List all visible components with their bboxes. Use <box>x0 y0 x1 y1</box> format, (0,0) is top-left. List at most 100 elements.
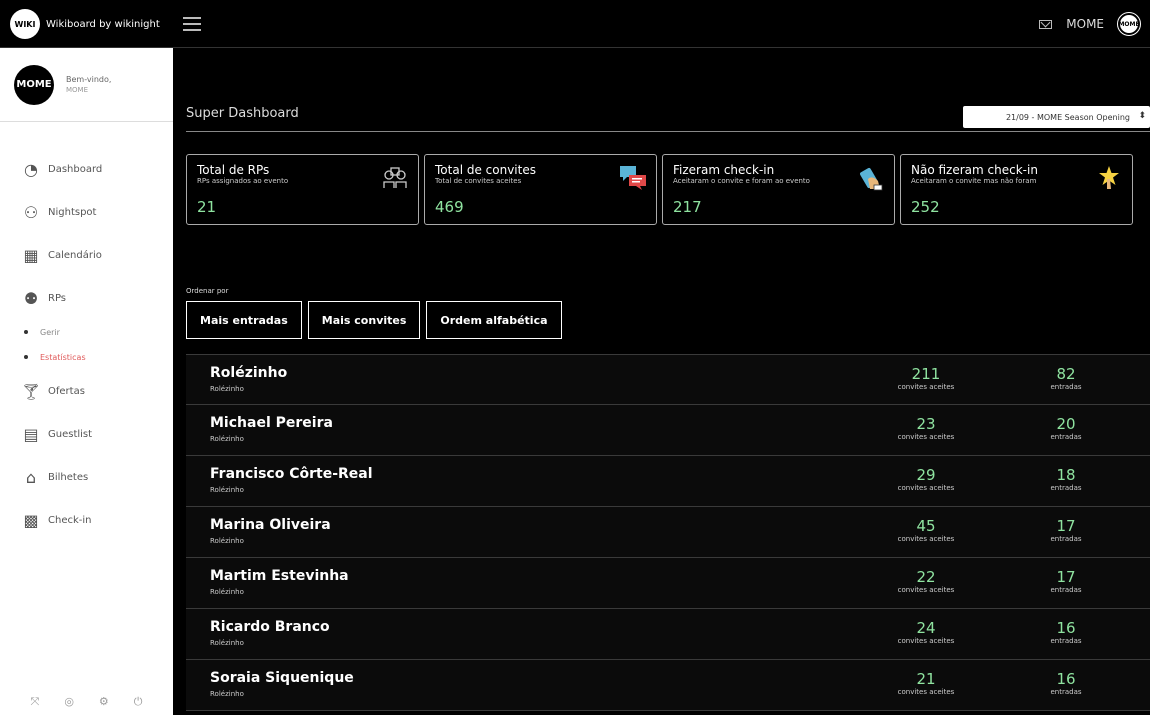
rp-name: Soraia Siquenique <box>210 670 354 686</box>
card-total-rps: Total de RPs RPs assignados ao evento 21 <box>186 154 419 225</box>
rp-name: Francisco Côrte-Real <box>210 466 373 482</box>
card-nao-fizeram-check-in: Não fizeram check-in Aceitaram o convite… <box>900 154 1133 225</box>
entries-stat: 20 entradas <box>1016 415 1116 441</box>
welcome-label: Bem-vindo, <box>66 74 112 84</box>
entries-stat: 16 entradas <box>1016 670 1116 696</box>
entries-label: entradas <box>1050 535 1082 543</box>
gauge-icon: ◔ <box>24 160 38 179</box>
avatar: MOME <box>14 64 54 105</box>
main-content: Super Dashboard 21/09 - MOME Season Open… <box>173 48 1150 715</box>
list-item[interactable]: Francisco Côrte-Real Rolézinho 29 convite… <box>186 456 1150 507</box>
invites-value: 24 <box>916 619 936 637</box>
list-item[interactable]: Soraia Siquenique Rolézinho 21 convites a… <box>186 660 1150 711</box>
sidebar: MOME Bem-vindo, MOME ◔ Dashboard ⚇ Night… <box>0 48 173 715</box>
sidebar-menu: ◔ Dashboard ⚇ Nightspot ▦ Calendário ⚉ R… <box>0 122 173 542</box>
brand[interactable]: WIKI Wikiboard by wikinight <box>0 0 173 48</box>
sidebar-item-check-in[interactable]: ▩ Check-in <box>0 499 173 542</box>
card-value: 469 <box>435 198 464 216</box>
sort-label: Ordenar por <box>186 287 229 295</box>
logout-icon[interactable]: ⏻ <box>134 695 143 709</box>
mail-icon[interactable] <box>1039 19 1053 29</box>
settings-icon[interactable]: ⚙ <box>99 695 109 709</box>
phone-scan-icon <box>860 167 883 191</box>
cocktail-icon: 🍸︎ <box>20 382 42 401</box>
list-item[interactable]: Ricardo Branco Rolézinho 24 convites acei… <box>186 609 1150 660</box>
rp-list: Rolézinho Rolézinho 211 convites aceites … <box>186 354 1150 711</box>
user-avatar[interactable]: MOME <box>1117 12 1141 36</box>
help-icon[interactable]: ◎ <box>64 695 74 709</box>
sidebar-item-label: Dashboard <box>48 164 103 175</box>
sidebar-item-bilhetes[interactable]: ⌂ Bilhetes <box>0 456 173 499</box>
sidebar-subitem-gerir[interactable]: Gerir <box>24 320 173 345</box>
brand-logo: WIKI <box>10 9 40 39</box>
list-item[interactable]: Rolézinho Rolézinho 211 convites aceites … <box>186 354 1150 405</box>
fullscreen-icon[interactable]: ⤧ <box>31 695 40 709</box>
entries-stat: 17 entradas <box>1016 568 1116 594</box>
sidebar-item-ofertas[interactable]: 🍸︎ Ofertas <box>0 370 173 413</box>
rp-name: Marina Oliveira <box>210 517 331 533</box>
sidebar-item-nightspot[interactable]: ⚇ Nightspot <box>0 191 173 234</box>
card-total-convites: Total de convites Total de convites acei… <box>424 154 657 225</box>
page-title: Super Dashboard <box>186 106 299 121</box>
rp-sub: Rolézinho <box>210 588 244 596</box>
card-title: Total de convites <box>435 163 536 177</box>
calendar-icon: ▦ <box>23 246 39 265</box>
top-right-area: MOME MOME <box>1039 0 1141 48</box>
star-hand-icon <box>1099 166 1119 189</box>
sidebar-item-label: Nightspot <box>48 207 97 218</box>
card-title: Total de RPs <box>197 163 270 177</box>
rp-sub: Rolézinho <box>210 486 244 494</box>
invites-value: 21 <box>916 670 936 688</box>
sidebar-item-label: RPs <box>48 293 67 304</box>
list-item[interactable]: Martim Estevinha Rolézinho 22 convites ac… <box>186 558 1150 609</box>
entries-stat: 17 entradas <box>1016 517 1116 543</box>
rp-sub: Rolézinho <box>210 639 244 647</box>
sort-mais-convites-button[interactable]: Mais convites <box>307 301 421 339</box>
card-title: Fizeram check-in <box>673 163 775 177</box>
sort-mais-entradas-button[interactable]: Mais entradas <box>186 301 302 339</box>
welcome-text: Bem-vindo, MOME <box>66 74 111 96</box>
card-subtitle: Aceitaram o convite e foram ao evento <box>673 177 810 185</box>
entries-value: 16 <box>1056 670 1076 688</box>
entries-label: entradas <box>1050 433 1082 441</box>
top-username[interactable]: MOME <box>1066 17 1104 31</box>
sidebar-item-label: Calendário <box>48 250 102 261</box>
invites-stat: 22 convites aceites <box>866 568 986 594</box>
users-icon: ⚉ <box>23 289 39 308</box>
sidebar-subitem-estatisticas[interactable]: Estatísticas <box>24 345 173 370</box>
invites-label: convites aceites <box>897 586 955 594</box>
qr-icon: ▩ <box>23 511 39 530</box>
sidebar-item-calendario[interactable]: ▦ Calendário <box>0 234 173 277</box>
sidebar-item-label: Check-in <box>48 515 92 526</box>
sidebar-item-rps[interactable]: ⚉ RPs <box>0 277 173 320</box>
invites-stat: 211 convites aceites <box>866 365 986 391</box>
invites-stat: 45 convites aceites <box>866 517 986 543</box>
sidebar-item-guestlist[interactable]: ▤ Guestlist <box>0 413 173 456</box>
sidebar-item-label: Ofertas <box>48 386 85 397</box>
rp-name: Martim Estevinha <box>210 568 349 584</box>
profile: MOME Bem-vindo, MOME <box>0 48 173 122</box>
list-item[interactable]: Marina Oliveira Rolézinho 45 convites ace… <box>186 507 1150 558</box>
rp-name: Michael Pereira <box>210 415 333 431</box>
invites-value: 45 <box>916 517 936 535</box>
invites-value: 22 <box>916 568 936 586</box>
entries-label: entradas <box>1050 383 1082 391</box>
brand-name: Wikiboard by wikinight <box>46 18 160 30</box>
welcome-username: MOME <box>66 85 89 94</box>
invites-stat: 23 convites aceites <box>866 415 986 441</box>
invites-label: convites aceites <box>897 688 955 696</box>
hamburger-menu-icon[interactable] <box>183 17 201 31</box>
rp-name: Rolézinho <box>210 365 288 381</box>
list-item[interactable]: Michael Pereira Rolézinho 23 convites ace… <box>186 405 1150 456</box>
entries-label: entradas <box>1050 484 1082 492</box>
sidebar-footer: ⤧ ◎ ⚙ ⏻ <box>0 695 173 709</box>
event-select[interactable]: 21/09 - MOME Season Opening <box>963 106 1150 128</box>
entries-stat: 18 entradas <box>1016 466 1116 492</box>
card-title: Não fizeram check-in <box>911 163 1038 177</box>
entries-stat: 82 entradas <box>1016 365 1116 391</box>
sidebar-item-dashboard[interactable]: ◔ Dashboard <box>0 148 173 191</box>
invites-label: convites aceites <box>897 484 955 492</box>
entries-label: entradas <box>1050 688 1082 696</box>
sort-ordem-alfabetica-button[interactable]: Ordem alfabética <box>426 301 562 339</box>
spot-icon: ⚇ <box>23 203 39 222</box>
